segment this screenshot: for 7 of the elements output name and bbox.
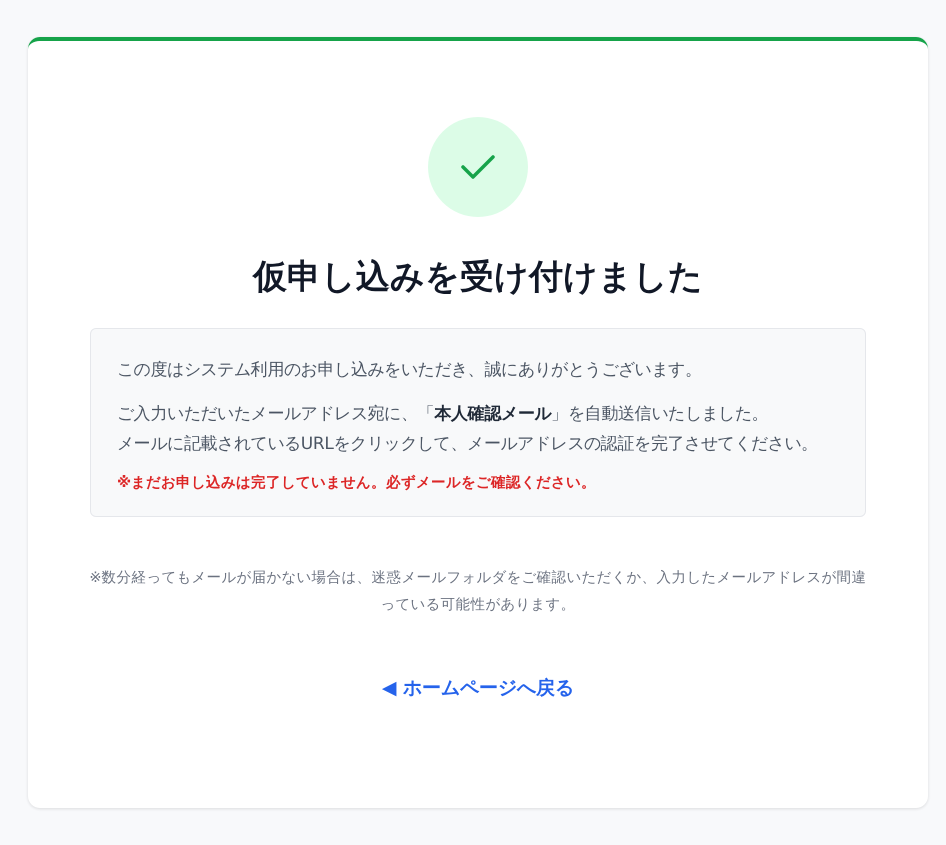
page-title: 仮申し込みを受け付けました [253,257,703,298]
message-text: この度はシステム利用のお申し込みをいただき、誠にありがとうございます。 [117,358,703,382]
check-icon [460,153,496,181]
message-text: ご入力いただいたメールアドレス宛に、「本人確認メール」を自動送信いたしました。 メールに記載されているURLをクリックして、メールアドレスの認証を完了させてください。 [117,402,819,456]
back-link[interactable]: ◀ ホームページへ戻る [382,674,574,701]
warning-text: ※まだお申し込みは完了していません。必ずメールをご確認ください。 [117,473,598,492]
note-text: ※数分経ってもメールが届かない場合は、迷惑メールフォルダをご確認いただくか、入力したメールアドレスが間違っている可能性があります。 [88,568,868,615]
